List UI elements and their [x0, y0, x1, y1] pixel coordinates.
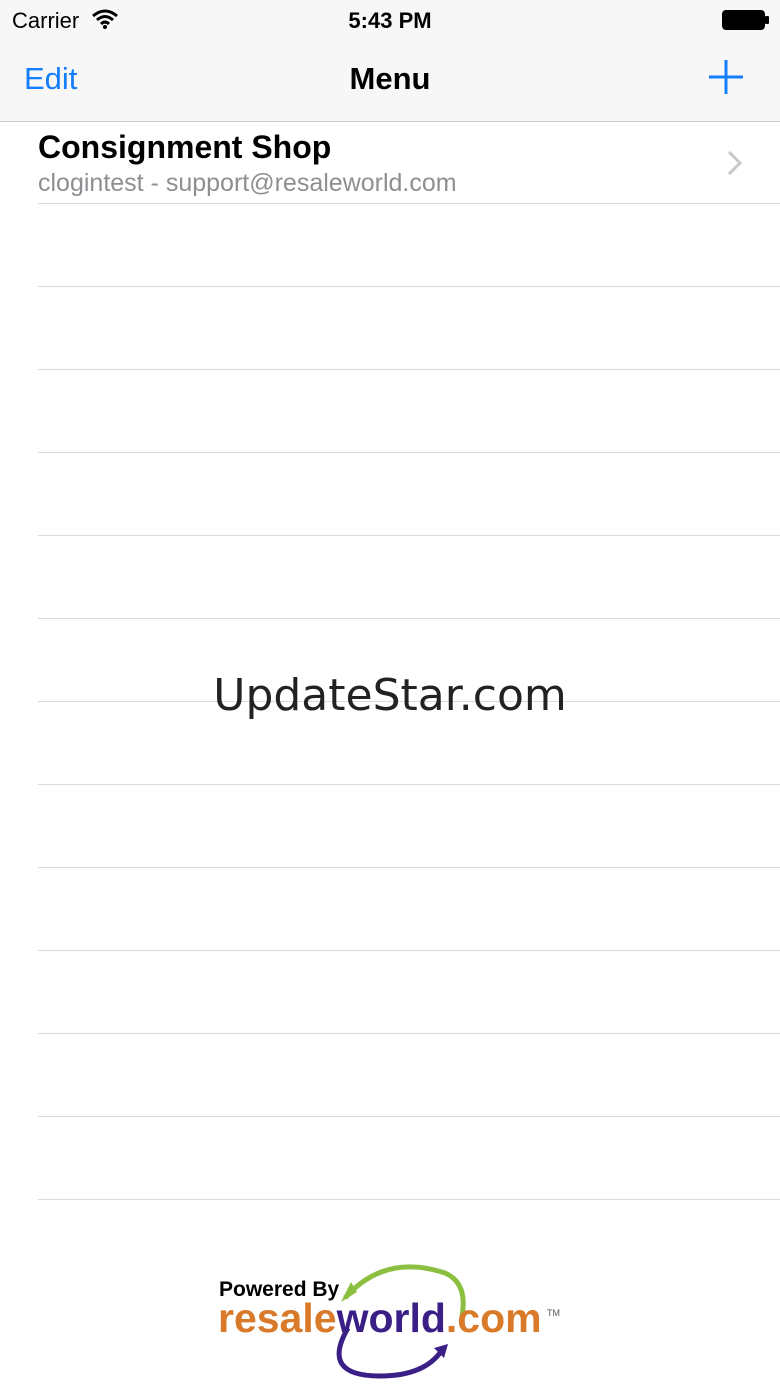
logo-trademark: TM	[547, 1308, 560, 1318]
list-item[interactable]: Consignment Shop clogintest - support@re…	[38, 121, 780, 204]
page-title: Menu	[349, 61, 431, 96]
empty-row	[38, 951, 780, 1034]
watermark-text: UpdateStar.com	[213, 670, 567, 721]
logo-resale: resale	[218, 1295, 337, 1341]
empty-row	[38, 536, 780, 619]
row-subtitle: clogintest - support@resaleworld.com	[38, 169, 457, 197]
empty-row	[38, 1117, 780, 1200]
resaleworld-logo: Powered By resaleworld.com TM	[210, 1258, 570, 1386]
chevron-right-icon	[726, 149, 744, 182]
status-time: 5:43 PM	[348, 8, 432, 33]
plus-icon	[709, 60, 743, 94]
empty-row	[38, 370, 780, 453]
add-button[interactable]	[706, 57, 746, 97]
battery-icon	[722, 10, 770, 35]
navigation-bar: Edit Menu	[0, 40, 780, 122]
logo-world: world	[336, 1295, 446, 1341]
empty-row	[38, 453, 780, 536]
empty-row	[38, 1034, 780, 1117]
empty-row	[38, 785, 780, 868]
empty-row	[38, 868, 780, 951]
svg-text:resaleworld.com: resaleworld.com	[218, 1295, 542, 1341]
status-bar: Carrier 5:43 PM	[0, 0, 780, 40]
row-title: Consignment Shop	[38, 129, 332, 165]
logo-dotcom: .com	[446, 1295, 542, 1341]
empty-row	[38, 204, 780, 287]
empty-row	[38, 287, 780, 370]
